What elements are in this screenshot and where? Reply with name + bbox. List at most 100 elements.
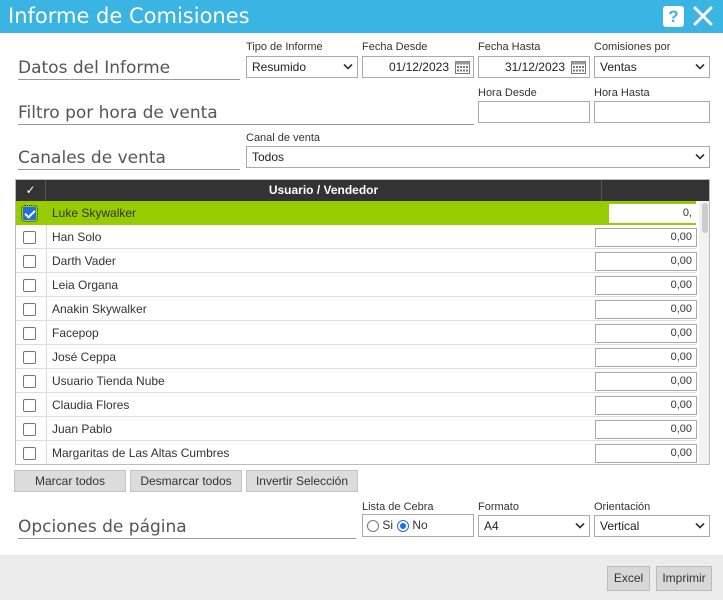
column-divider: [46, 321, 47, 345]
section-hour-filter: Filtro por hora de venta: [18, 102, 474, 125]
chevron-down-icon: [575, 522, 585, 529]
close-icon[interactable]: [690, 3, 716, 29]
window-title: Informe de Comisiones: [8, 4, 250, 28]
column-divider: [46, 441, 47, 464]
row-checkbox[interactable]: [23, 327, 36, 340]
select-all-header[interactable]: ✓: [16, 180, 46, 201]
grid-header: ✓ Usuario / Vendedor: [16, 180, 709, 201]
table-row[interactable]: Claudia Flores 0,00: [16, 393, 697, 417]
user-column-header[interactable]: Usuario / Vendedor: [46, 180, 602, 201]
format-select[interactable]: A4: [478, 515, 590, 537]
table-row[interactable]: José Ceppa 0,00: [16, 345, 697, 369]
zebra-no-option[interactable]: No: [397, 515, 428, 536]
format-value: A4: [484, 519, 499, 533]
column-divider: [46, 249, 47, 273]
table-row[interactable]: Usuario Tienda Nube 0,00: [16, 369, 697, 393]
sales-channel-select[interactable]: Todos: [246, 146, 710, 168]
table-row[interactable]: Han Solo 0,00: [16, 225, 697, 249]
print-button[interactable]: Imprimir: [656, 566, 712, 591]
orientation-label: Orientación: [594, 501, 651, 513]
table-row[interactable]: Juan Pablo 0,00: [16, 417, 697, 441]
row-checkbox[interactable]: [21, 205, 38, 222]
chevron-down-icon: [695, 153, 705, 160]
commission-amount-input[interactable]: 0,00: [595, 252, 697, 271]
orientation-value: Vertical: [600, 519, 640, 533]
user-name: Han Solo: [52, 230, 102, 244]
commission-amount-input[interactable]: 0,00: [595, 276, 697, 295]
section-report-data: Datos del Informe: [18, 57, 240, 80]
invert-selection-button[interactable]: Invertir Selección: [246, 470, 358, 492]
date-from-value: 01/12/2023: [388, 60, 449, 74]
sales-channel-value: Todos: [252, 150, 285, 164]
column-divider: [46, 273, 47, 297]
format-label: Formato: [478, 501, 519, 513]
help-button[interactable]: ?: [663, 6, 684, 27]
date-from-label: Fecha Desde: [362, 41, 428, 53]
report-type-label: Tipo de Informe: [246, 41, 323, 53]
row-checkbox[interactable]: [23, 303, 36, 316]
user-name: Margaritas de Las Altas Cumbres: [52, 446, 230, 460]
zebra-no-radio[interactable]: [397, 519, 409, 532]
calendar-icon[interactable]: [571, 60, 586, 74]
row-checkbox[interactable]: [23, 423, 36, 436]
user-name: Leia Organa: [52, 278, 119, 292]
table-row[interactable]: Darth Vader 0,00: [16, 249, 697, 273]
column-divider: [46, 225, 47, 249]
table-row[interactable]: Margaritas de Las Altas Cumbres 0,00: [16, 441, 697, 464]
commission-amount-input[interactable]: 0,00: [595, 324, 697, 343]
mark-all-button[interactable]: Marcar todos: [14, 470, 126, 492]
scrollbar-thumb[interactable]: [702, 203, 708, 233]
date-to-value: 31/12/2023: [504, 60, 565, 74]
report-type-value: Resumido: [252, 60, 307, 74]
row-checkbox[interactable]: [23, 375, 36, 388]
date-to-label: Fecha Hasta: [478, 41, 541, 53]
title-bar: Informe de Comisiones ?: [0, 0, 723, 33]
hour-to-input[interactable]: [594, 101, 710, 123]
row-checkbox[interactable]: [23, 231, 36, 244]
column-divider: [46, 369, 47, 393]
commission-amount-input[interactable]: 0,: [609, 204, 697, 223]
zebra-yes-option[interactable]: Si: [367, 515, 393, 536]
commission-amount-input[interactable]: 0,00: [595, 420, 697, 439]
user-name: Juan Pablo: [52, 422, 113, 436]
column-divider: [46, 345, 47, 369]
commissions-by-select[interactable]: Ventas: [594, 56, 710, 78]
user-name: José Ceppa: [52, 350, 117, 364]
column-divider: [46, 201, 47, 225]
sales-channel-label: Canal de venta: [246, 132, 320, 144]
user-name: Darth Vader: [52, 254, 116, 268]
orientation-select[interactable]: Vertical: [594, 515, 710, 537]
zebra-yes-radio[interactable]: [367, 519, 379, 532]
user-name: Claudia Flores: [52, 398, 130, 412]
table-row[interactable]: Luke Skywalker 0,: [16, 201, 697, 225]
row-checkbox[interactable]: [23, 447, 36, 460]
grid-scrollbar[interactable]: [699, 201, 709, 464]
row-checkbox[interactable]: [23, 255, 36, 268]
commission-amount-input[interactable]: 0,00: [595, 348, 697, 367]
commission-amount-input[interactable]: 0,00: [595, 300, 697, 319]
hour-from-input[interactable]: [478, 101, 590, 123]
date-from-input[interactable]: 01/12/2023: [362, 56, 474, 78]
zebra-list-radio-group: Si No: [362, 514, 474, 537]
date-to-input[interactable]: 31/12/2023: [478, 56, 590, 78]
commission-amount-input[interactable]: 0,00: [595, 372, 697, 391]
calendar-icon[interactable]: [455, 60, 470, 74]
column-divider: [46, 417, 47, 441]
unmark-all-button[interactable]: Desmarcar todos: [130, 470, 242, 492]
row-checkbox[interactable]: [23, 279, 36, 292]
report-type-select[interactable]: Resumido: [246, 56, 358, 78]
table-row[interactable]: Facepop 0,00: [16, 321, 697, 345]
chevron-down-icon: [343, 63, 353, 70]
section-page-options: Opciones de página: [18, 516, 356, 539]
row-checkbox[interactable]: [23, 351, 36, 364]
commission-amount-input[interactable]: 0,00: [595, 396, 697, 415]
hour-to-label: Hora Hasta: [594, 87, 650, 99]
row-checkbox[interactable]: [23, 399, 36, 412]
table-row[interactable]: Leia Organa 0,00: [16, 273, 697, 297]
table-row[interactable]: Anakin Skywalker 0,00: [16, 297, 697, 321]
commission-amount-input[interactable]: 0,00: [595, 228, 697, 247]
excel-button[interactable]: Excel: [607, 566, 650, 591]
commission-amount-input[interactable]: 0,00: [595, 444, 697, 463]
hour-from-label: Hora Desde: [478, 87, 537, 99]
commissions-by-value: Ventas: [600, 60, 637, 74]
